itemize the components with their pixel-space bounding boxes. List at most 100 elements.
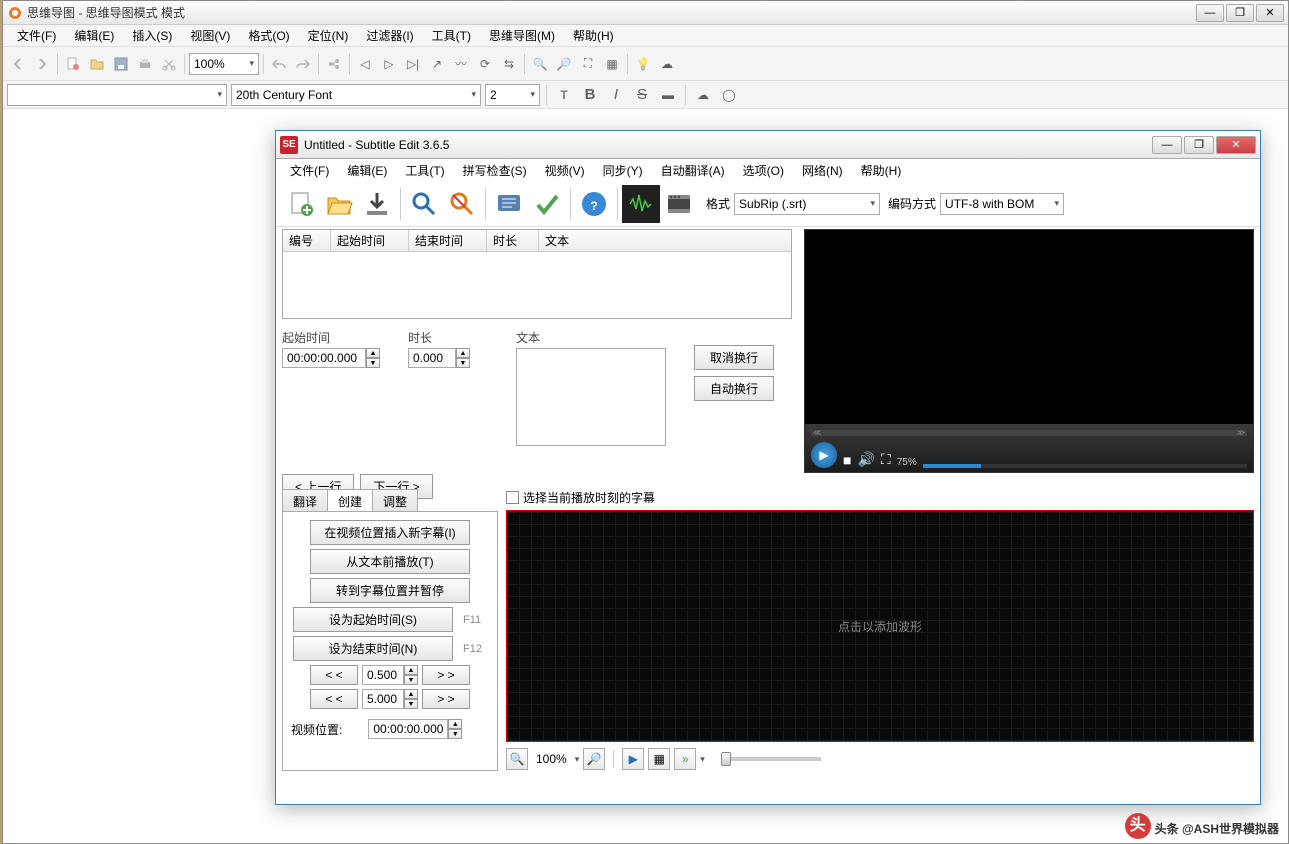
menu-file[interactable]: 文件(F) xyxy=(9,25,64,46)
tab-create[interactable]: 创建 xyxy=(327,489,373,511)
highlight-icon[interactable]: ▬ xyxy=(657,84,679,106)
zoom-in-icon[interactable]: 🔍 xyxy=(529,53,551,75)
new-file-icon[interactable] xyxy=(282,185,320,223)
italic-icon[interactable]: I xyxy=(605,84,627,106)
start-spin-down[interactable]: ▼ xyxy=(366,358,380,368)
style-combo[interactable] xyxy=(7,84,227,106)
close-button[interactable]: ✕ xyxy=(1256,4,1284,22)
minimize-button[interactable]: — xyxy=(1196,4,1224,22)
replace-icon[interactable] xyxy=(443,185,481,223)
set-end-button[interactable]: 设为结束时间(N) xyxy=(293,636,453,661)
redo-icon[interactable] xyxy=(292,53,314,75)
col-text[interactable]: 文本 xyxy=(539,230,791,251)
settings-icon[interactable] xyxy=(490,185,528,223)
sound-prev-icon[interactable]: ◁ xyxy=(354,53,376,75)
subtitle-text-input[interactable] xyxy=(516,348,666,446)
grid-icon[interactable]: ▦ xyxy=(601,53,623,75)
help-icon[interactable]: ? xyxy=(575,185,613,223)
open-file-icon[interactable] xyxy=(320,185,358,223)
sync-icon[interactable]: ⇆ xyxy=(498,53,520,75)
wave-zoom-in-icon[interactable]: 🔎 xyxy=(583,748,605,770)
zoom-dropdown-icon[interactable]: ▾ xyxy=(575,754,580,765)
zoom-combo[interactable]: 100% xyxy=(189,53,259,75)
sub-menu-tools[interactable]: 工具(T) xyxy=(397,160,452,181)
video-seek-bar[interactable]: ≪≫ xyxy=(811,430,1247,436)
wave-play-icon[interactable]: ▶ xyxy=(622,748,644,770)
refresh-icon[interactable]: ⟳ xyxy=(474,53,496,75)
start-spin-up[interactable]: ▲ xyxy=(366,348,380,358)
wave-grid-icon[interactable]: ▦ xyxy=(648,748,670,770)
back-big-button[interactable]: < < xyxy=(310,689,358,709)
cut-icon[interactable] xyxy=(158,53,180,75)
font-name-combo[interactable]: 20th Century Font xyxy=(231,84,481,106)
sub-maximize-button[interactable]: ❐ xyxy=(1184,136,1214,154)
tab-adjust[interactable]: 调整 xyxy=(372,489,418,511)
fwd-small-button[interactable]: > > xyxy=(422,665,470,685)
save-file-icon[interactable] xyxy=(358,185,396,223)
wave-slider[interactable] xyxy=(721,757,821,761)
menu-edit[interactable]: 编辑(E) xyxy=(66,25,122,46)
nav-forward-icon[interactable] xyxy=(31,53,53,75)
small-step-input[interactable] xyxy=(362,665,404,685)
sound-play-icon[interactable]: ▷ xyxy=(378,53,400,75)
big-step-input[interactable] xyxy=(362,689,404,709)
video-panel[interactable]: ≪≫ ▶ ■ 🔊 ⛶ 75% xyxy=(804,229,1254,473)
wave-fwd-dropdown-icon[interactable]: ▾ xyxy=(700,754,705,765)
select-current-checkbox[interactable] xyxy=(506,491,519,504)
col-start[interactable]: 起始时间 xyxy=(331,230,409,251)
menu-help[interactable]: 帮助(H) xyxy=(565,25,622,46)
fullscreen-icon[interactable]: ⛶ xyxy=(881,451,891,468)
back-small-button[interactable]: < < xyxy=(310,665,358,685)
sound-next-icon[interactable]: ▷| xyxy=(402,53,424,75)
volume-icon[interactable]: 🔊 xyxy=(857,451,874,468)
big-spin-down[interactable]: ▼ xyxy=(404,699,418,709)
cloud-icon[interactable]: ☁ xyxy=(656,53,678,75)
col-duration[interactable]: 时长 xyxy=(487,230,539,251)
sub-menu-video[interactable]: 视频(V) xyxy=(537,160,593,181)
sub-menu-autotranslate[interactable]: 自动翻译(A) xyxy=(653,160,733,181)
check-icon[interactable] xyxy=(528,185,566,223)
waveform-icon[interactable] xyxy=(622,185,660,223)
small-spin-down[interactable]: ▼ xyxy=(404,675,418,685)
wave-forward-icon[interactable]: » xyxy=(674,748,696,770)
video-progress-bar[interactable] xyxy=(923,464,1247,468)
menu-insert[interactable]: 插入(S) xyxy=(124,25,180,46)
find-icon[interactable] xyxy=(405,185,443,223)
dur-spin-down[interactable]: ▼ xyxy=(456,358,470,368)
sub-menu-sync[interactable]: 同步(Y) xyxy=(595,160,651,181)
font-size-combo[interactable]: 2 xyxy=(485,84,540,106)
maximize-button[interactable]: ❐ xyxy=(1226,4,1254,22)
nav-back-icon[interactable] xyxy=(7,53,29,75)
encoding-combo[interactable]: UTF-8 with BOM xyxy=(940,193,1064,215)
arrow-up-icon[interactable]: ↗ xyxy=(426,53,448,75)
menu-format[interactable]: 格式(O) xyxy=(240,25,297,46)
goto-pause-button[interactable]: 转到字幕位置并暂停 xyxy=(310,578,470,603)
play-from-text-button[interactable]: 从文本前播放(T) xyxy=(310,549,470,574)
node-icon[interactable] xyxy=(323,53,345,75)
wave-slider-thumb[interactable] xyxy=(721,752,731,766)
menu-mindmap[interactable]: 思维导图(M) xyxy=(481,25,563,46)
cloud-shape-icon[interactable]: ☁ xyxy=(692,84,714,106)
strike-icon[interactable]: S xyxy=(631,84,653,106)
bulb-icon[interactable]: 💡 xyxy=(632,53,654,75)
waveform-panel[interactable]: 点击以添加波形 xyxy=(506,510,1254,742)
bold-icon[interactable]: B xyxy=(579,84,601,106)
subtitle-list[interactable]: 编号 起始时间 结束时间 时长 文本 xyxy=(282,229,792,319)
menu-view[interactable]: 视图(V) xyxy=(182,25,238,46)
video-pos-input[interactable] xyxy=(368,719,448,739)
menu-tools[interactable]: 工具(T) xyxy=(424,25,479,46)
save-icon[interactable] xyxy=(110,53,132,75)
open-icon[interactable] xyxy=(86,53,108,75)
sub-close-button[interactable]: ✕ xyxy=(1216,136,1256,154)
play-button[interactable]: ▶ xyxy=(811,442,837,468)
sub-menu-help[interactable]: 帮助(H) xyxy=(853,160,910,181)
small-spin-up[interactable]: ▲ xyxy=(404,665,418,675)
stop-icon[interactable]: ■ xyxy=(843,452,851,468)
vpos-spin-up[interactable]: ▲ xyxy=(448,719,462,729)
sub-minimize-button[interactable]: — xyxy=(1152,136,1182,154)
insert-at-video-button[interactable]: 在视频位置插入新字幕(I) xyxy=(310,520,470,545)
fit-icon[interactable]: ⛶ xyxy=(577,53,599,75)
curve-icon[interactable]: 〰 xyxy=(450,53,472,75)
menu-filter[interactable]: 过滤器(I) xyxy=(358,25,421,46)
bubble-icon[interactable]: ◯ xyxy=(718,84,740,106)
